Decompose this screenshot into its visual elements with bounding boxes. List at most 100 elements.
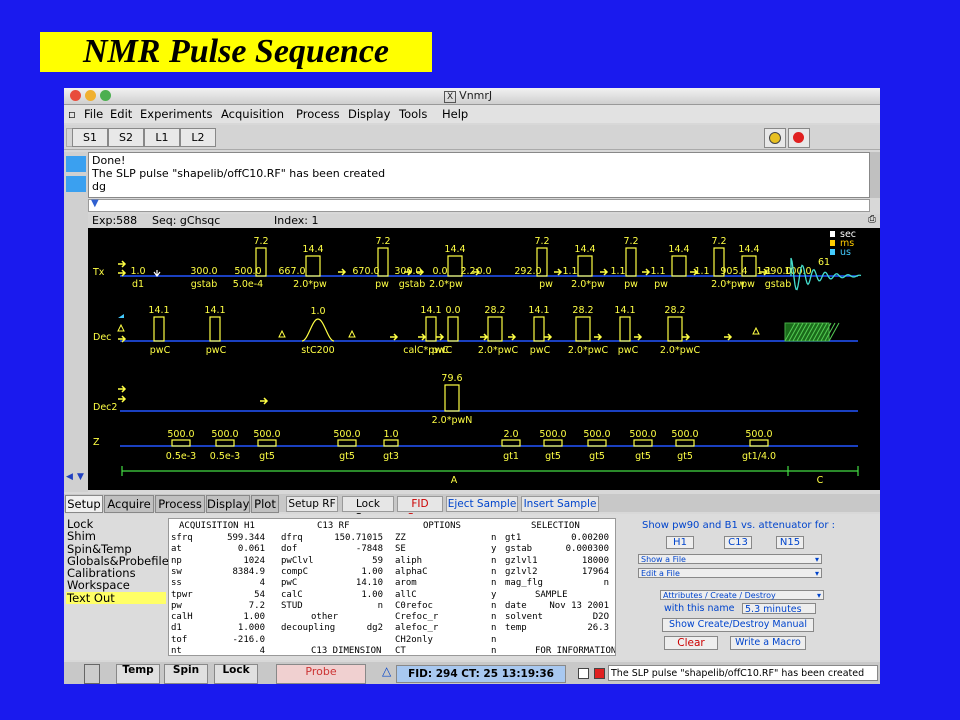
insert-sample-button[interactable]: Insert Sample: [521, 496, 599, 512]
param-value[interactable]: 26.3: [587, 623, 609, 633]
command-input[interactable]: ▼: [88, 198, 870, 212]
c13-button[interactable]: C13: [724, 536, 752, 549]
param-value[interactable]: 59: [372, 556, 383, 566]
fid-scan-button[interactable]: FID Scan: [397, 496, 443, 524]
param-value[interactable]: D2O: [593, 612, 609, 622]
edit-file-dropdown[interactable]: Edit a File ▾: [638, 568, 822, 578]
param-value[interactable]: 1024: [243, 556, 265, 566]
tab-setup[interactable]: Setup: [65, 495, 103, 513]
eject-sample-button[interactable]: Eject Sample: [446, 496, 518, 512]
show-file-dropdown[interactable]: Show a File ▾: [638, 554, 822, 564]
show-manual-button[interactable]: Show Create/Destroy Manual: [662, 618, 814, 632]
pulse-sequence-canvas[interactable]: Tx Dec Dec2 Z 1.0 d1 300.0 gstab 500.0 5.0e-4 667.…: [88, 228, 880, 490]
param-value[interactable]: y: [491, 590, 496, 600]
stop-button[interactable]: [788, 128, 810, 148]
param-value[interactable]: n: [491, 533, 496, 543]
write-macro-button[interactable]: Write a Macro: [730, 636, 806, 650]
menu-tools[interactable]: Tools: [399, 107, 427, 121]
param-name: calC: [281, 589, 303, 600]
param-value[interactable]: 17964: [582, 567, 609, 577]
gradient-pulse: [171, 439, 191, 447]
workspace-l1-button[interactable]: L1: [144, 128, 180, 147]
param-value[interactable]: 1.00: [361, 590, 383, 600]
zoom-window-button[interactable]: [100, 90, 111, 101]
tab-acquire[interactable]: Acquire: [104, 495, 154, 513]
param-value[interactable]: n: [491, 578, 496, 588]
param-value[interactable]: n: [378, 601, 383, 611]
param-value[interactable]: 1.00: [243, 612, 265, 622]
param-value[interactable]: dg2: [367, 623, 383, 633]
menu-display[interactable]: Display: [348, 107, 390, 121]
param-value[interactable]: y: [491, 544, 496, 554]
param-value[interactable]: 8384.9: [232, 567, 265, 577]
close-window-button[interactable]: [70, 90, 81, 101]
param-value[interactable]: 18000: [582, 556, 609, 566]
n15-button[interactable]: N15: [776, 536, 804, 549]
checkbox-1[interactable]: [578, 668, 589, 679]
param-value[interactable]: 599.344: [227, 533, 265, 543]
param-value[interactable]: 54: [254, 590, 265, 600]
print-icon[interactable]: ⎙: [868, 214, 876, 225]
list-item-shim[interactable]: Shim: [66, 530, 166, 543]
attributes-dropdown[interactable]: Attributes / Create / Destroy ▾: [660, 590, 824, 600]
tab-display[interactable]: Display: [206, 495, 250, 513]
param-value[interactable]: n: [491, 646, 496, 655]
param-value[interactable]: 0.00200: [571, 533, 609, 543]
tx-delay-label: gstab: [191, 279, 218, 290]
param-value[interactable]: n: [491, 612, 496, 622]
name-input[interactable]: 5.3 minutes: [742, 603, 816, 615]
menu-acquisition[interactable]: Acquisition: [221, 107, 284, 121]
text-output-scrollbar[interactable]: [870, 152, 880, 198]
lock-button[interactable]: Lock: [214, 664, 258, 684]
menu-help[interactable]: Help: [442, 107, 468, 121]
workspace-s1-button[interactable]: S1: [72, 128, 108, 147]
scroll-down-icon[interactable]: ▼: [77, 472, 84, 482]
dropdown-arrow-icon[interactable]: ▼: [91, 198, 99, 209]
workspace-l2-button[interactable]: L2: [180, 128, 216, 147]
chart-tool-icon[interactable]: [66, 176, 86, 192]
abort-button[interactable]: [764, 128, 786, 148]
workspace-s2-button[interactable]: S2: [108, 128, 144, 147]
param-value[interactable]: n: [491, 623, 496, 633]
param-value[interactable]: 150.71015: [334, 533, 383, 543]
list-item-text-out[interactable]: Text Out: [66, 591, 166, 604]
param-value[interactable]: 1.000: [238, 623, 265, 633]
param-value[interactable]: n: [491, 567, 496, 577]
param-value[interactable]: n: [491, 601, 496, 611]
temp-button[interactable]: Temp: [116, 664, 160, 684]
status-message: The SLP pulse "shapelib/offC10.RF" has b…: [608, 665, 878, 681]
param-value[interactable]: n: [604, 578, 609, 588]
tab-plot[interactable]: Plot: [251, 495, 279, 513]
menu-file[interactable]: File: [84, 107, 103, 121]
param-value[interactable]: -216.0: [232, 635, 265, 645]
scroll-left-icon[interactable]: ◀: [66, 472, 73, 482]
param-value[interactable]: 0.061: [238, 544, 265, 554]
menu-process[interactable]: Process: [296, 107, 340, 121]
param-name: SE: [395, 544, 406, 555]
setup-rf-button[interactable]: Setup RF: [286, 496, 338, 512]
spin-button[interactable]: Spin: [164, 664, 208, 684]
h1-button[interactable]: H1: [666, 536, 694, 549]
clear-button[interactable]: Clear: [664, 636, 718, 650]
param-value[interactable]: 7.2: [249, 601, 265, 611]
param-value[interactable]: 0.000300: [566, 544, 609, 554]
menu-edit[interactable]: Edit: [110, 107, 132, 121]
triangle-icon[interactable]: △: [382, 664, 391, 678]
minimize-window-button[interactable]: [85, 90, 96, 101]
arrow-right-tool-icon[interactable]: [66, 156, 86, 172]
param-value[interactable]: 1.00: [361, 567, 383, 577]
lock-scan-button[interactable]: Lock Scan: [342, 496, 394, 524]
param-value[interactable]: 14.10: [356, 578, 383, 588]
menu-experiments[interactable]: Experiments: [140, 107, 212, 121]
tab-process[interactable]: Process: [155, 495, 205, 513]
param-value[interactable]: n: [491, 635, 496, 645]
probe-button[interactable]: Probe: [276, 664, 366, 684]
param-value[interactable]: 4: [260, 578, 265, 588]
param-value[interactable]: -7848: [356, 544, 383, 554]
list-item-workspace[interactable]: Workspace: [66, 579, 166, 592]
trash-icon[interactable]: [84, 664, 100, 684]
param-value[interactable]: 4: [260, 646, 265, 655]
param-value[interactable]: n: [491, 556, 496, 566]
param-value[interactable]: Nov 13 2001: [549, 601, 609, 611]
apple-menu-icon[interactable]: ▫: [68, 107, 76, 121]
